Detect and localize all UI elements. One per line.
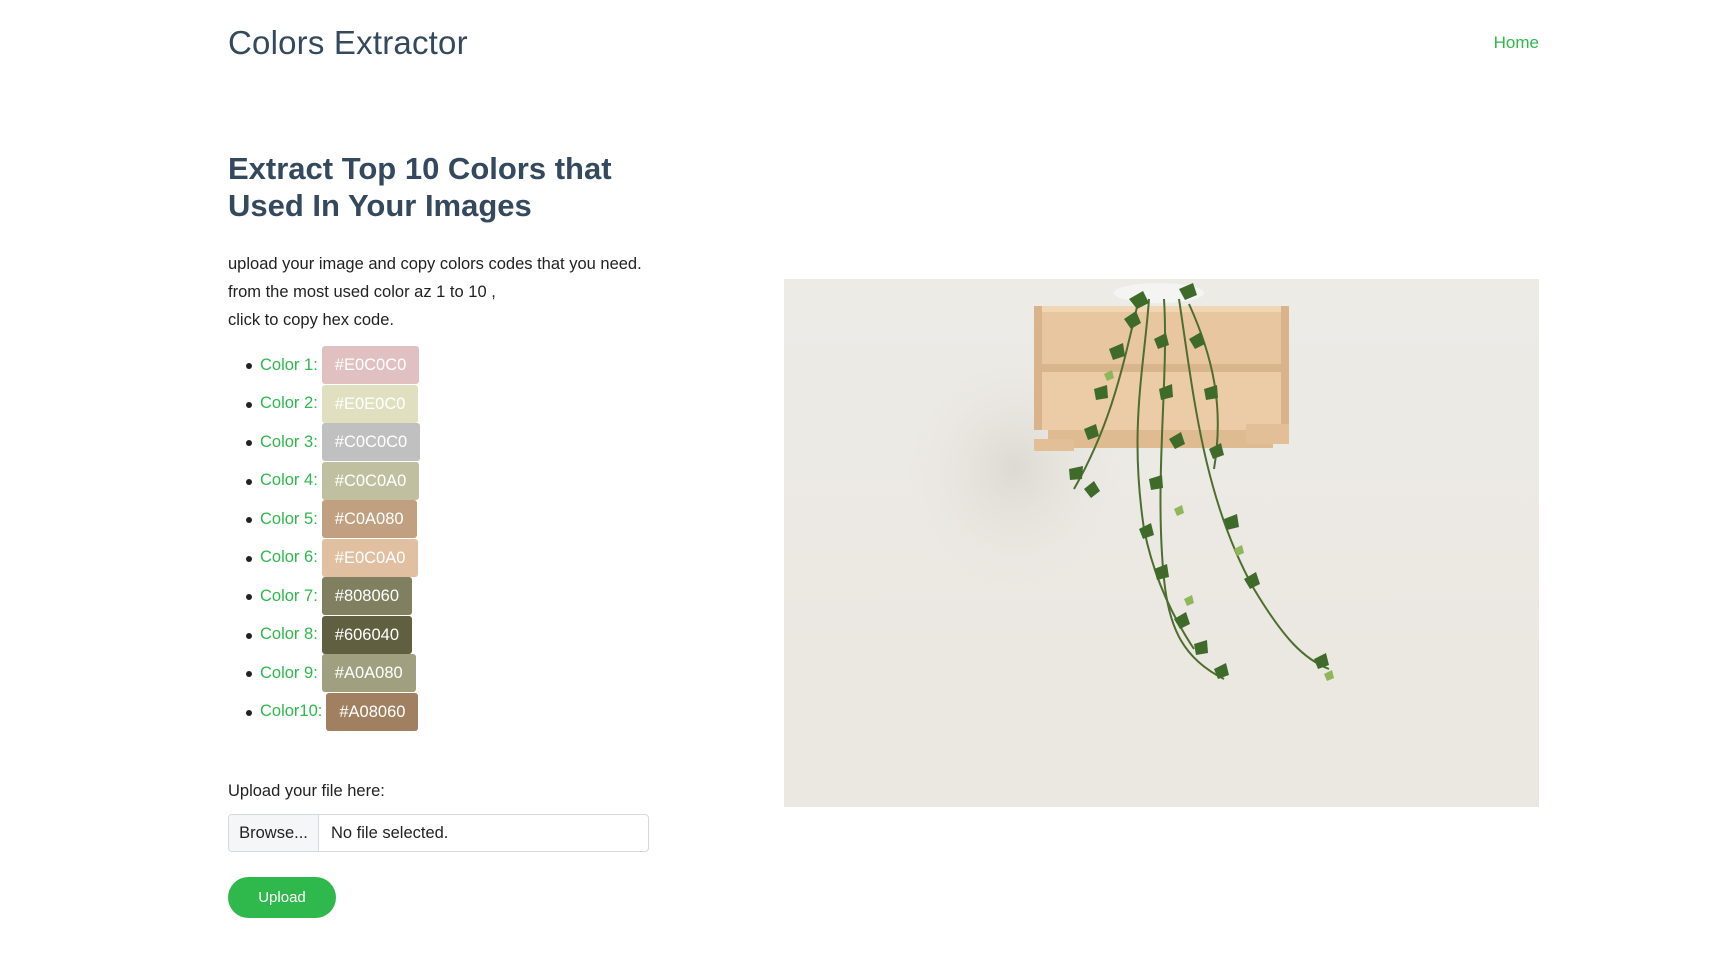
color-label: Color 7: — [260, 586, 318, 605]
browse-button[interactable]: Browse... — [229, 815, 319, 851]
brand-title[interactable]: Colors Extractor — [228, 24, 468, 62]
preview-image — [784, 279, 1539, 807]
intro-text: upload your image and copy colors codes … — [228, 250, 668, 334]
color-label: Color10: — [260, 702, 323, 721]
color-item: Color 3: #C0C0C0 — [246, 423, 668, 462]
page-container: Colors Extractor Home Extract Top 10 Col… — [228, 0, 1539, 978]
color-item: Color10: #A08060 — [246, 692, 668, 732]
color-swatch-button[interactable]: #C0A080 — [321, 500, 417, 539]
color-label: Color 9: — [260, 663, 318, 682]
file-status-text: No file selected. — [331, 824, 449, 842]
color-item: Color 4: #C0C0A0 — [246, 461, 668, 501]
intro-line: from the most used color az 1 to 10 , — [228, 283, 496, 301]
bullet-icon — [246, 594, 252, 600]
color-swatch-button[interactable]: #A0A080 — [321, 654, 416, 693]
color-item: Color 6: #E0C0A0 — [246, 538, 668, 578]
color-swatch-button[interactable]: #E0E0C0 — [321, 384, 419, 423]
file-input[interactable]: Browse... No file selected. — [228, 814, 649, 852]
color-item: Color 7: #808060 — [246, 577, 668, 616]
color-label: Color 2: — [260, 394, 318, 413]
bullet-icon — [246, 671, 252, 677]
color-swatch-button[interactable]: #E0C0A0 — [321, 538, 419, 577]
color-swatch-button[interactable]: #E0C0C0 — [321, 346, 420, 385]
plant-crate-photo-icon — [784, 279, 1539, 807]
color-item: Color 9: #A0A080 — [246, 654, 668, 693]
bullet-icon — [246, 478, 252, 485]
bullet-icon — [246, 401, 252, 408]
color-swatch-button[interactable]: #606040 — [321, 615, 413, 654]
bullet-icon — [246, 440, 252, 446]
content-column: Extract Top 10 Colors that Used In Your … — [228, 150, 668, 731]
color-swatch-button[interactable]: #C0C0C0 — [321, 423, 421, 462]
upload-label: Upload your file here: — [228, 782, 385, 800]
color-swatch-button[interactable]: #808060 — [321, 577, 413, 616]
color-item: Color 2: #E0E0C0 — [246, 384, 668, 424]
bullet-icon — [246, 709, 252, 716]
bullet-icon — [246, 517, 252, 523]
color-swatch-button[interactable]: #C0C0A0 — [321, 461, 420, 500]
color-label: Color 6: — [260, 548, 318, 567]
color-label: Color 5: — [260, 509, 318, 528]
intro-line: click to copy hex code. — [228, 311, 394, 329]
bullet-icon — [246, 555, 252, 562]
page-headline: Extract Top 10 Colors that Used In Your … — [228, 151, 612, 223]
bullet-icon — [246, 363, 252, 369]
bullet-icon — [246, 632, 252, 639]
color-swatch-button[interactable]: #A08060 — [326, 692, 419, 731]
color-item: Color 8: #606040 — [246, 615, 668, 655]
color-label: Color 1: — [260, 355, 318, 374]
color-label: Color 8: — [260, 625, 318, 644]
intro-line: upload your image and copy colors codes … — [228, 255, 642, 273]
color-list: Color 1: #E0C0C0 Color 2: #E0E0C0 Color 3:… — [228, 346, 668, 731]
color-item: Color 5: #C0A080 — [246, 500, 668, 539]
color-label: Color 4: — [260, 471, 318, 490]
upload-button[interactable]: Upload — [228, 877, 336, 918]
nav-home-link[interactable]: Home — [1494, 33, 1539, 53]
navbar: Colors Extractor Home — [228, 20, 1539, 66]
color-label: Color 3: — [260, 432, 318, 451]
color-item: Color 1: #E0C0C0 — [246, 346, 668, 385]
